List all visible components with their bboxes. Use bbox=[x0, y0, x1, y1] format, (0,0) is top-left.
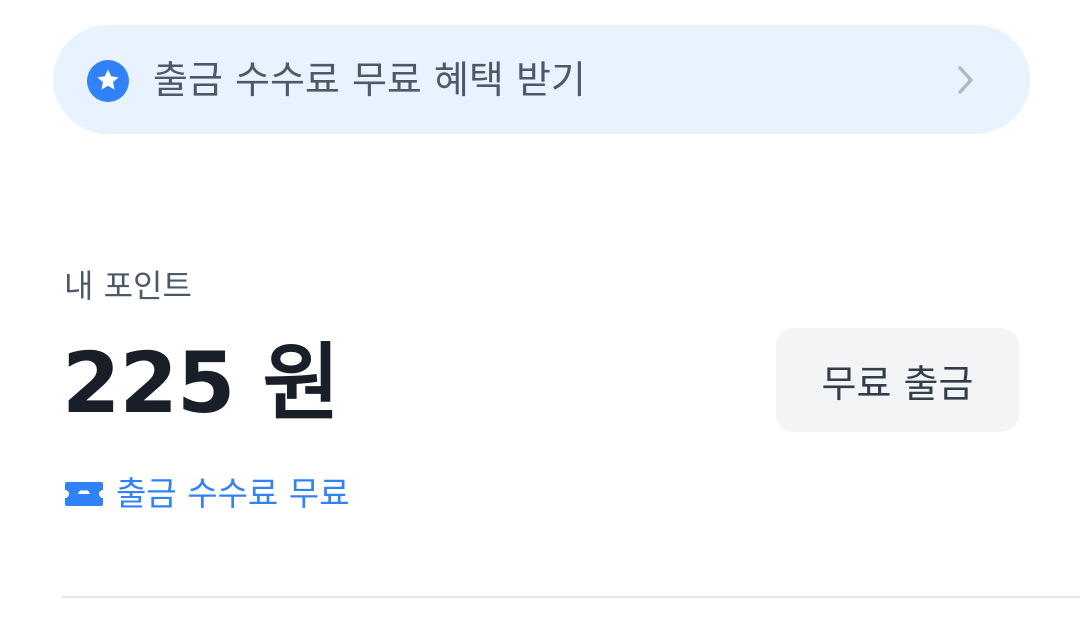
free-withdraw-button[interactable]: 무료 출금 bbox=[776, 328, 1019, 432]
ticket-icon bbox=[65, 482, 103, 506]
fee-free-notice: 출금 수수료 무료 bbox=[64, 470, 350, 518]
banner-label: 출금 수수료 무료 혜택 받기 bbox=[153, 58, 586, 102]
fee-free-text: 출금 수수료 무료 bbox=[116, 474, 350, 513]
my-points-label: 내 포인트 bbox=[64, 267, 192, 305]
star-badge-icon bbox=[87, 60, 129, 102]
free-withdraw-button-label: 무료 출금 bbox=[821, 361, 974, 406]
chevron-right-icon bbox=[958, 66, 973, 94]
section-divider bbox=[62, 596, 1080, 598]
points-amount: 225 원 bbox=[62, 334, 340, 432]
